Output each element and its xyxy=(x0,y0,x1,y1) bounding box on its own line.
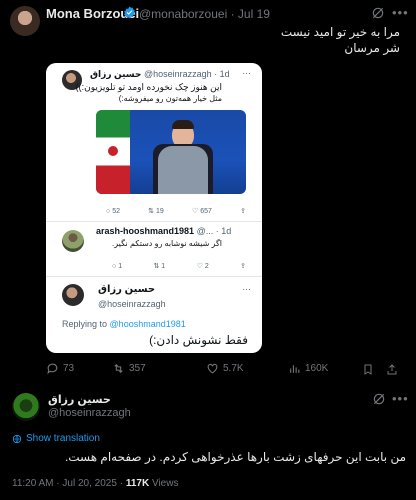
more-options-icon: … xyxy=(242,282,251,292)
divider xyxy=(46,221,262,222)
reply-button[interactable]: 73 xyxy=(46,362,74,375)
reply-author-handle[interactable]: @hoseinrazzagh xyxy=(48,407,131,419)
share-icon: ⇪ xyxy=(240,208,246,215)
divider xyxy=(46,276,262,277)
tweet-author-name: حسین رزاق xyxy=(90,69,142,79)
views-label: Views xyxy=(151,478,179,489)
repost-icon: ⇅ xyxy=(153,263,160,270)
reply-author-name[interactable]: حسین رزاق xyxy=(48,393,111,406)
like-count: ♡ 657 xyxy=(191,208,212,215)
reply-author-avatar[interactable] xyxy=(12,393,40,421)
show-translation-label: Show translation xyxy=(26,433,100,444)
separator-dot: · xyxy=(230,7,235,21)
views-count: 160K xyxy=(305,363,329,374)
more-options-icon: … xyxy=(242,66,251,76)
tweet-time: · 1d xyxy=(215,226,232,236)
views-button[interactable]: 160K xyxy=(288,362,328,375)
repost-count: ⇅ 1 xyxy=(153,263,166,270)
more-options-icon[interactable]: ••• xyxy=(392,5,409,20)
reply-icon xyxy=(47,363,58,375)
card-header: arash-hooshmand1981 @... · 1d xyxy=(96,226,231,236)
like-button[interactable]: 5.7K xyxy=(206,362,244,375)
views-count: 117K xyxy=(125,478,150,489)
post-text-line: شر مرسان xyxy=(344,41,400,55)
avatar xyxy=(62,284,84,306)
author-handle[interactable]: @monaborzouei xyxy=(139,7,227,21)
heart-icon: ♡ xyxy=(191,208,199,215)
repost-icon xyxy=(114,363,123,374)
tweet-author-handle: @hoseinrazzagh xyxy=(98,299,166,309)
show-translation-link[interactable]: Show translation xyxy=(12,433,100,444)
post-date[interactable]: Jul 19 xyxy=(238,7,270,21)
card-header: حسین رزاق @hoseinrazzagh · 1d xyxy=(90,69,230,80)
reply-text: من بابت این حرفهای زشت بارها عذرخواهی کر… xyxy=(64,450,406,464)
reply-icon: ○ xyxy=(112,262,117,270)
tweet-text: فقط نشونش دادن:) xyxy=(149,333,248,347)
share-icon[interactable] xyxy=(386,363,398,376)
repost-count: 357 xyxy=(129,363,146,374)
repost-count: ⇅ 19 xyxy=(148,208,164,215)
reply-time[interactable]: 11:20 AM xyxy=(12,478,54,489)
author-avatar[interactable] xyxy=(10,6,40,36)
tweet-stats-row: ○ 1 ⇅ 1 ♡ 2 ⇪ xyxy=(112,262,246,271)
verified-badge-icon xyxy=(124,6,135,19)
tweet-stats-row: ○ 52 ⇅ 19 ♡ 657 ⇪ xyxy=(106,207,246,216)
like-count: 5.7K xyxy=(223,363,244,374)
reply-count: 73 xyxy=(63,363,75,374)
person-body xyxy=(158,146,208,194)
tweet-text-line: این هنوز چک نخورده اومد تو تلویزیون:)) xyxy=(75,82,222,92)
grok-icon[interactable] xyxy=(371,6,385,20)
reply-date[interactable]: Jul 20, 2025 xyxy=(62,478,117,489)
separator-dot: · xyxy=(56,478,60,489)
reply-count: ○ 52 xyxy=(106,207,120,215)
repost-icon: ⇅ xyxy=(148,208,155,215)
author-handle-line: @monaborzouei · Jul 19 xyxy=(139,7,270,21)
more-options-icon[interactable]: ••• xyxy=(392,391,409,406)
flag-emblem xyxy=(108,146,118,156)
heart-icon xyxy=(207,363,218,374)
tweet-text: اگر شیشه نوشابه رو دستکم نگیر. xyxy=(112,239,222,248)
tweet-author-handle: @hoseinrazzagh xyxy=(143,69,212,79)
reply-meta-line: 11:20 AM · Jul 20, 2025 · 117K Views xyxy=(12,478,178,489)
heart-icon: ♡ xyxy=(196,263,203,270)
separator-dot: · xyxy=(119,478,124,489)
like-count: ♡ 2 xyxy=(196,263,209,270)
embedded-screenshot[interactable]: حسین رزاق @hoseinrazzagh · 1d … این هنوز… xyxy=(46,63,262,353)
replying-to-handle: @hooshmand1981 xyxy=(109,319,186,329)
post-actions-row: 73 357 5.7K 160K xyxy=(46,362,402,378)
replying-to-line: Replying to @hooshmand1981 xyxy=(62,319,186,329)
tweet-text-line: مثل خیار همه‌تون رو میفروشه:) xyxy=(118,94,222,103)
reply-icon: ○ xyxy=(106,207,111,215)
globe-icon xyxy=(12,434,22,443)
repost-button[interactable]: 357 xyxy=(112,362,146,375)
tweet-author-name: حسین رزاق xyxy=(98,284,156,295)
tweet-author-name: arash-hooshmand1981 xyxy=(96,226,195,236)
reply-count: ○ 1 xyxy=(112,262,123,270)
tweet-image xyxy=(96,110,246,194)
share-icon: ⇪ xyxy=(240,263,246,270)
tweet-author-handle: @... xyxy=(196,226,214,236)
views-chart-icon xyxy=(290,365,300,373)
replying-prefix: Replying to xyxy=(62,319,108,329)
tweet-time: · 1d xyxy=(214,69,230,79)
person-hair xyxy=(172,120,194,129)
grok-icon[interactable] xyxy=(372,392,386,406)
bookmark-icon[interactable] xyxy=(362,363,374,376)
post-text-line: مرا به خیر تو امید نیست xyxy=(280,25,400,39)
